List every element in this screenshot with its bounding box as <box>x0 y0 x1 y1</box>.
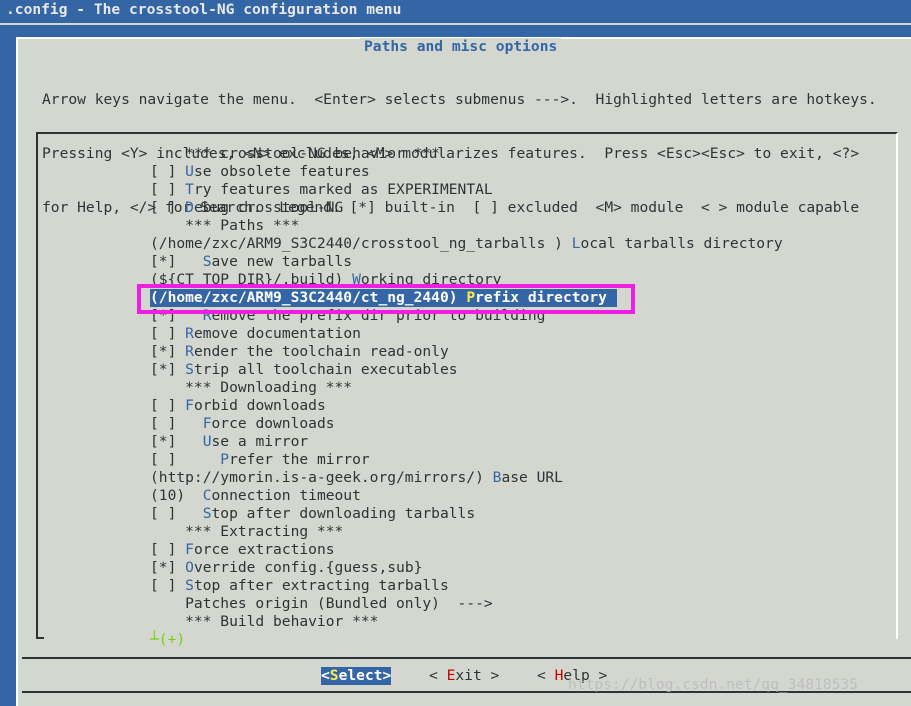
menu-item[interactable]: [ ] Forbid downloads <box>150 397 783 415</box>
menu-item[interactable]: [ ] Debug crosstool-NG <box>150 199 783 217</box>
menu-item[interactable]: (10) Connection timeout <box>150 487 783 505</box>
hotkey: D <box>185 199 194 216</box>
menu-item: *** Extracting *** <box>150 523 344 540</box>
menu-item[interactable]: (/home/zxc/ARM9_S3C2440/crosstool_ng_tar… <box>150 235 783 253</box>
menu-item[interactable]: [*] Save new tarballs <box>150 253 783 271</box>
menu-item[interactable]: [ ] Stop after downloading tarballs <box>150 505 783 523</box>
menu-item[interactable]: [ ] Force extractions <box>150 541 783 559</box>
hotkey: C <box>202 487 212 504</box>
hotkey: O <box>185 559 194 576</box>
menu-item[interactable]: [*] Strip all toolchain executables <box>150 361 783 379</box>
exit-button[interactable]: < Exit > <box>429 667 499 685</box>
menu-item[interactable]: [*] Override config.{guess,sub} <box>150 559 783 577</box>
hotkey: F <box>202 415 212 432</box>
hotkey: S <box>185 577 194 594</box>
highlight-annotation-box <box>137 284 635 314</box>
hotkey: U <box>185 163 194 180</box>
scroll-more-indicator: ┴(+) <box>150 631 186 648</box>
menu-item: *** Downloading *** <box>150 379 353 396</box>
menu-item-submenu[interactable]: Patches origin (Bundled only) ---> <box>150 595 783 613</box>
button-bar-divider <box>22 657 911 659</box>
menu-item[interactable]: [ ] Stop after extracting tarballs <box>150 577 783 595</box>
hotkey: L <box>571 235 581 252</box>
hotkey: F <box>185 541 194 558</box>
hotkey: T <box>185 181 194 198</box>
menu-item[interactable]: [ ] Remove documentation <box>150 325 783 343</box>
menu-item[interactable]: [*] Render the toolchain read-only <box>150 343 783 361</box>
menu-list[interactable]: *** crosstool-NG behavior *** [ ] Use ob… <box>150 145 783 631</box>
menu-item[interactable]: [*] Use a mirror <box>150 433 783 451</box>
hotkey: S <box>329 667 339 684</box>
hotkey: R <box>185 343 194 360</box>
menu-item[interactable]: [ ] Use obsolete features <box>150 163 783 181</box>
menu-item: *** crosstool-NG behavior *** <box>150 145 440 162</box>
select-button[interactable]: <Select> <box>321 667 392 685</box>
menu-frame-corner <box>36 637 44 639</box>
hotkey: R <box>185 325 194 342</box>
menu-item: *** Paths *** <box>150 217 300 234</box>
dialog-border-left <box>16 37 18 706</box>
watermark-text: https://blog.csdn.net/qq_34818535 <box>568 676 858 693</box>
menu-item[interactable]: [ ] Try features marked as EXPERIMENTAL <box>150 181 783 199</box>
menu-item: *** Build behavior *** <box>150 613 379 630</box>
hotkey: U <box>202 433 212 450</box>
menu-item[interactable]: [ ] Prefer the mirror <box>150 451 783 469</box>
window-title: .config - The crosstool-NG configuration… <box>6 1 402 18</box>
hotkey: F <box>185 397 194 414</box>
hotkey: S <box>185 361 194 378</box>
hotkey: S <box>202 253 212 270</box>
hotkey: P <box>220 451 230 468</box>
help-line: Arrow keys navigate the menu. <Enter> se… <box>42 91 877 108</box>
title-divider <box>0 23 911 25</box>
hotkey: S <box>202 505 212 522</box>
dialog-title: Paths and misc options <box>360 38 562 56</box>
menu-item[interactable]: (http://ymorin.is-a-geek.org/mirrors/) B… <box>150 469 783 487</box>
menu-item[interactable]: [ ] Force downloads <box>150 415 783 433</box>
